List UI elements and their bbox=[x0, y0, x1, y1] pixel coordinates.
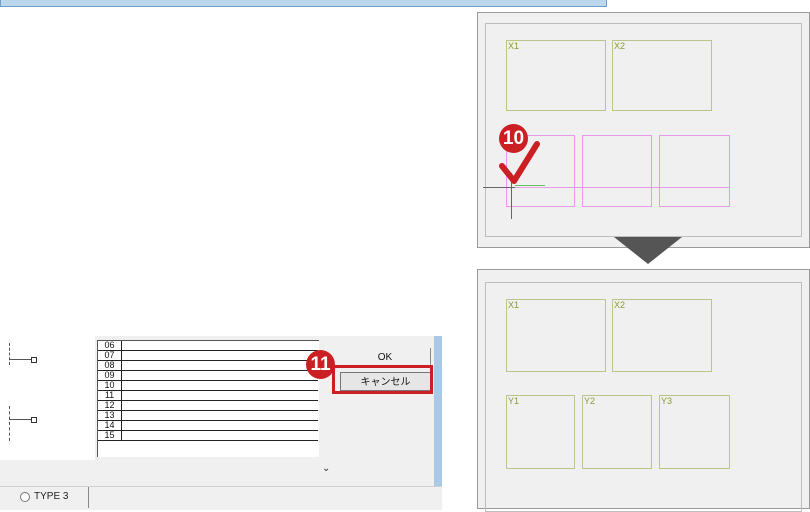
cancel-highlight-frame bbox=[332, 365, 433, 394]
status-divider bbox=[88, 487, 93, 508]
room-x2[interactable]: X2 bbox=[612, 299, 712, 372]
list-item[interactable]: 13 bbox=[98, 411, 318, 421]
schematic-line bbox=[9, 419, 31, 420]
floor-plan-before[interactable]: X1 X2 10 bbox=[477, 12, 810, 248]
dialog-status-bar: TYPE 3 bbox=[0, 486, 442, 510]
list-item[interactable]: 09 bbox=[98, 371, 318, 381]
room-label: X2 bbox=[614, 41, 626, 51]
room-preview bbox=[582, 135, 652, 207]
row-number: 12 bbox=[98, 401, 122, 410]
row-number: 08 bbox=[98, 361, 122, 370]
schematic-line bbox=[9, 406, 10, 441]
row-number: 09 bbox=[98, 371, 122, 380]
schematic-node bbox=[31, 417, 37, 423]
row-number: 10 bbox=[98, 381, 122, 390]
list-item[interactable]: 08 bbox=[98, 361, 318, 371]
check-icon bbox=[499, 141, 540, 184]
radio-icon[interactable] bbox=[20, 491, 30, 502]
list-item[interactable]: 07 bbox=[98, 351, 318, 361]
schematic-node bbox=[31, 357, 37, 363]
room-label: X1 bbox=[508, 41, 520, 51]
row-number: 11 bbox=[98, 391, 122, 400]
room-label: Y3 bbox=[661, 396, 673, 406]
dialog-lower-area: 06 07 08 09 10 11 12 13 14 15 ⌄ OK キャンセル… bbox=[0, 336, 442, 510]
number-list[interactable]: 06 07 08 09 10 11 12 13 14 15 bbox=[97, 340, 319, 457]
room-x1[interactable]: X1 bbox=[506, 40, 606, 111]
preview-line bbox=[506, 187, 730, 188]
room-label: Y1 bbox=[508, 396, 520, 406]
chevron-down-icon[interactable]: ⌄ bbox=[322, 463, 330, 474]
row-number: 13 bbox=[98, 411, 122, 420]
dialog-panel: 06 07 08 09 10 11 12 13 14 15 ⌄ OK キャンセル… bbox=[0, 336, 434, 486]
row-number: 15 bbox=[98, 431, 122, 440]
room-y1[interactable]: Y1 bbox=[506, 395, 575, 469]
schematic-preview bbox=[0, 336, 95, 460]
dialog-title-bar bbox=[0, 0, 607, 7]
list-item[interactable]: 14 bbox=[98, 421, 318, 431]
room-y2[interactable]: Y2 bbox=[582, 395, 652, 469]
row-number: 14 bbox=[98, 421, 122, 430]
list-item[interactable]: 10 bbox=[98, 381, 318, 391]
type3-radio-label: TYPE 3 bbox=[34, 491, 69, 502]
list-item[interactable]: 11 bbox=[98, 391, 318, 401]
floor-plan-after[interactable]: X1 X2 Y1 Y2 Y3 bbox=[477, 269, 810, 512]
room-preview bbox=[659, 135, 730, 207]
list-item[interactable]: 06 bbox=[98, 341, 318, 351]
schematic-line bbox=[9, 359, 31, 360]
list-item[interactable]: 15 bbox=[98, 431, 318, 441]
room-label: X2 bbox=[614, 300, 626, 310]
row-number: 07 bbox=[98, 351, 122, 360]
room-label: X1 bbox=[508, 300, 520, 310]
room-label: Y2 bbox=[584, 396, 596, 406]
schematic-line bbox=[9, 343, 10, 365]
room-x1[interactable]: X1 bbox=[506, 299, 606, 372]
dialog-border bbox=[434, 336, 442, 486]
row-number: 06 bbox=[98, 341, 122, 350]
room-x2[interactable]: X2 bbox=[612, 40, 712, 111]
list-item[interactable]: 12 bbox=[98, 401, 318, 411]
room-y3[interactable]: Y3 bbox=[659, 395, 730, 469]
triangle-down-icon bbox=[614, 237, 682, 264]
type3-radio[interactable]: TYPE 3 bbox=[20, 491, 68, 502]
step-11-callout: 11 bbox=[306, 350, 335, 379]
